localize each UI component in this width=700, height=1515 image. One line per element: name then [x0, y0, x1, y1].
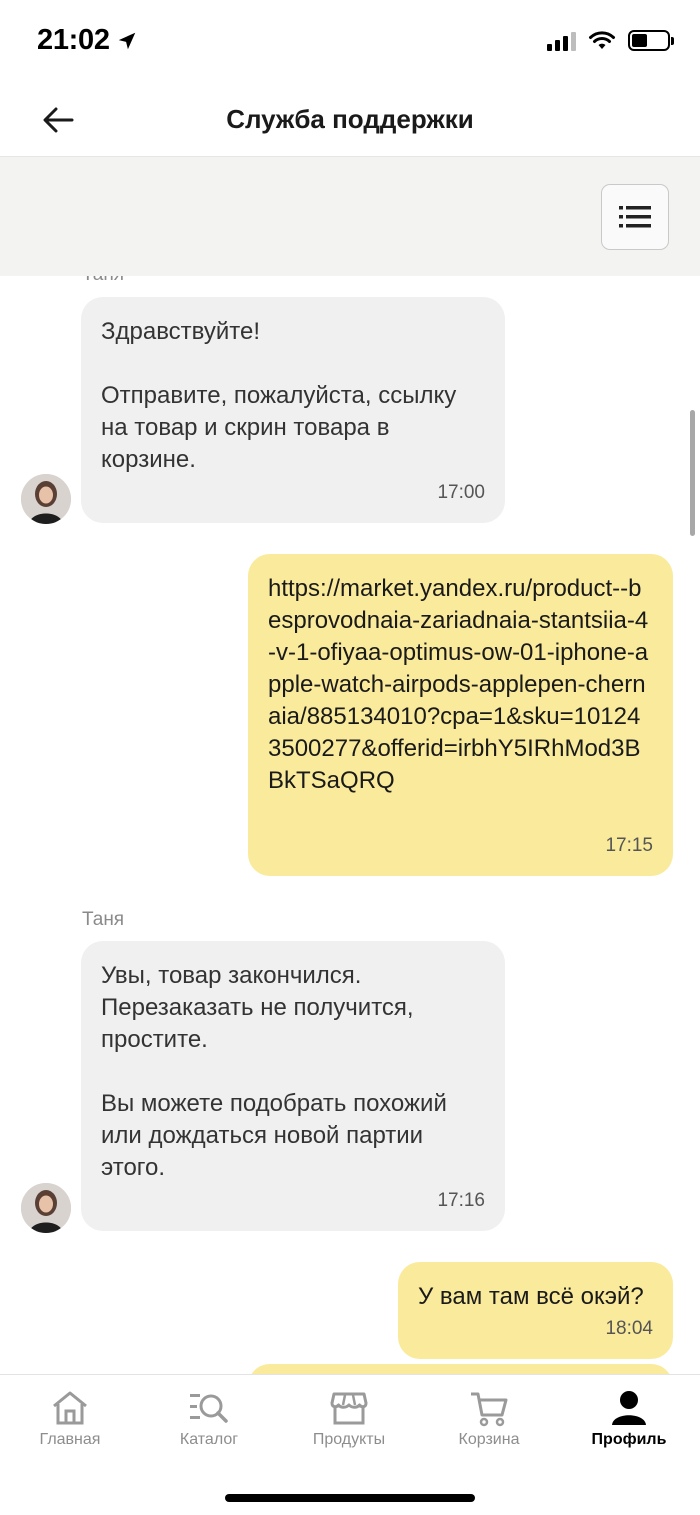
message-text: Здравствуйте! Отправите, пожалуйста, ссы…	[101, 318, 457, 473]
cellular-signal-icon	[547, 31, 576, 51]
header: Служба поддержки	[0, 86, 700, 156]
page-title: Служба поддержки	[226, 104, 474, 134]
status-time: 21:02	[37, 24, 138, 57]
nav-label: Главная	[39, 1431, 101, 1448]
agent-avatar-image	[21, 474, 71, 524]
nav-item-home[interactable]: Главная	[0, 1385, 140, 1449]
message-text: Увы, товар закончился. Перезаказать не п…	[101, 962, 447, 1181]
nav-label: Корзина	[458, 1431, 520, 1448]
message-time: 17:15	[605, 835, 653, 856]
nav-item-cart[interactable]: Корзина	[419, 1385, 559, 1449]
status-icons	[547, 30, 674, 51]
message-time: 17:16	[437, 1190, 485, 1211]
message-sender: Таня	[82, 909, 125, 930]
home-icon	[53, 1391, 87, 1425]
cart-icon	[471, 1392, 508, 1427]
nav-item-profile[interactable]: Профиль	[559, 1385, 699, 1449]
catalog-search-icon	[190, 1394, 228, 1423]
nav-item-products[interactable]: Продукты	[279, 1385, 419, 1449]
nav-label: Профиль	[591, 1431, 667, 1448]
shop-icon	[330, 1392, 368, 1425]
agent-avatar-image	[21, 1183, 71, 1233]
message-time: 18:04	[605, 1318, 653, 1339]
chat-message-list[interactable]: Таня Здравствуйте! Отправите, пожалуйста…	[0, 276, 700, 1374]
status-bar: 21:02	[0, 0, 700, 86]
outgoing-message-bubble: У вам там всё окэй? 18:04	[398, 1262, 673, 1359]
incoming-message-bubble: Здравствуйте! Отправите, пожалуйста, ссы…	[81, 297, 505, 523]
incoming-message-bubble: Увы, товар закончился. Перезаказать не п…	[81, 941, 505, 1231]
list-menu-icon	[619, 206, 651, 228]
message-time: 17:00	[437, 482, 485, 503]
battery-icon	[628, 30, 674, 51]
message-link-text[interactable]: https://market.yandex.ru/product--bespro…	[268, 573, 653, 797]
location-arrow-icon	[118, 32, 135, 49]
outgoing-message-bubble-partial	[248, 1364, 673, 1374]
nav-label: Каталог	[179, 1431, 239, 1448]
wifi-icon	[589, 30, 615, 49]
message-text: У вам там всё окэй?	[418, 1283, 644, 1310]
outgoing-message-bubble: https://market.yandex.ru/product--bespro…	[248, 554, 673, 876]
nav-item-catalog[interactable]: Каталог	[139, 1385, 279, 1449]
menu-button[interactable]	[601, 184, 669, 250]
agent-avatar	[21, 474, 71, 524]
home-indicator[interactable]	[225, 1494, 475, 1502]
agent-avatar	[21, 1183, 71, 1233]
chat-toolbar	[0, 156, 700, 276]
nav-label: Продукты	[312, 1431, 386, 1448]
profile-icon	[612, 1391, 646, 1425]
scrollbar[interactable]	[690, 410, 695, 536]
message-sender: Таня	[82, 276, 124, 286]
status-time-text: 21:02	[37, 24, 110, 56]
